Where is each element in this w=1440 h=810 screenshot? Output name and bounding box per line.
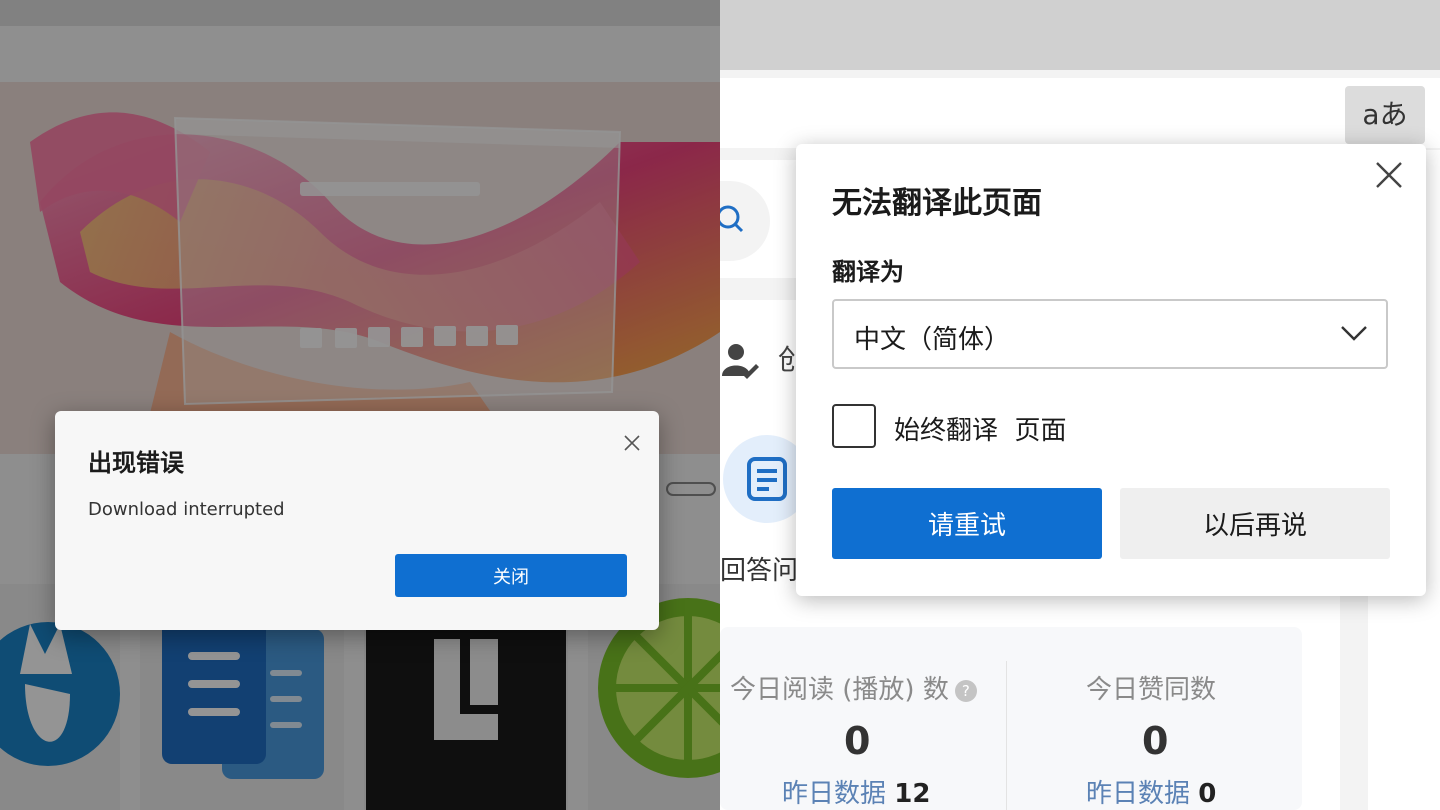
stats-card: 今日阅读 (播放) 数? 0 昨日数据 12 今日赞同数 0 昨日数据 0 bbox=[720, 627, 1302, 810]
address-bar[interactable] bbox=[720, 78, 1440, 148]
stat-yesterday[interactable]: 昨日数据 0 bbox=[1086, 773, 1216, 810]
right-browser-window: aあ 创 回答问 今日阅读 (播放) 数? 0 昨日数据 12 今日赞同数 0 bbox=[720, 0, 1440, 810]
stat-label: 今日赞同数 bbox=[1086, 675, 1217, 705]
language-select[interactable]: 中文（简体） bbox=[832, 299, 1388, 369]
always-translate-checkbox[interactable] bbox=[832, 404, 876, 448]
close-icon[interactable] bbox=[1374, 160, 1404, 190]
search-icon bbox=[720, 205, 744, 233]
left-browser-window: 出现错误 Download interrupted 关闭 bbox=[0, 0, 720, 810]
stats-divider bbox=[1006, 661, 1007, 810]
translate-icon[interactable]: aあ bbox=[1345, 86, 1425, 144]
not-now-button[interactable]: 以后再说 bbox=[1120, 488, 1390, 559]
answer-question-label[interactable]: 回答问 bbox=[720, 550, 798, 587]
selected-language: 中文（简体） bbox=[854, 325, 1011, 355]
retry-button[interactable]: 请重试 bbox=[832, 488, 1102, 559]
stat-value: 0 bbox=[844, 719, 871, 763]
browser-tab-strip bbox=[720, 0, 1440, 70]
error-message: Download interrupted bbox=[88, 499, 285, 520]
stat-yesterday[interactable]: 昨日数据 12 bbox=[782, 773, 930, 810]
help-icon[interactable]: ? bbox=[954, 679, 977, 702]
stat-label: 今日阅读 (播放) 数? bbox=[730, 669, 977, 706]
error-dialog-title: 出现错误 bbox=[88, 449, 184, 477]
translate-dialog: 无法翻译此页面 翻译为 中文（简体） 始终翻译 页面 请重试 以后再说 bbox=[796, 144, 1426, 596]
always-translate-label[interactable]: 始终翻译 页面 bbox=[894, 410, 1067, 447]
user-edit-icon bbox=[720, 340, 760, 380]
document-icon bbox=[747, 457, 787, 501]
translate-dialog-title: 无法翻译此页面 bbox=[832, 186, 1042, 221]
error-dialog: 出现错误 Download interrupted 关闭 bbox=[55, 411, 659, 630]
search-button[interactable] bbox=[720, 181, 770, 261]
close-icon[interactable] bbox=[620, 431, 644, 455]
translate-to-label: 翻译为 bbox=[832, 258, 904, 286]
stat-value: 0 bbox=[1142, 719, 1169, 763]
modal-dim-overlay bbox=[0, 0, 720, 810]
close-button[interactable]: 关闭 bbox=[395, 554, 627, 597]
chevron-down-icon bbox=[1341, 326, 1367, 341]
